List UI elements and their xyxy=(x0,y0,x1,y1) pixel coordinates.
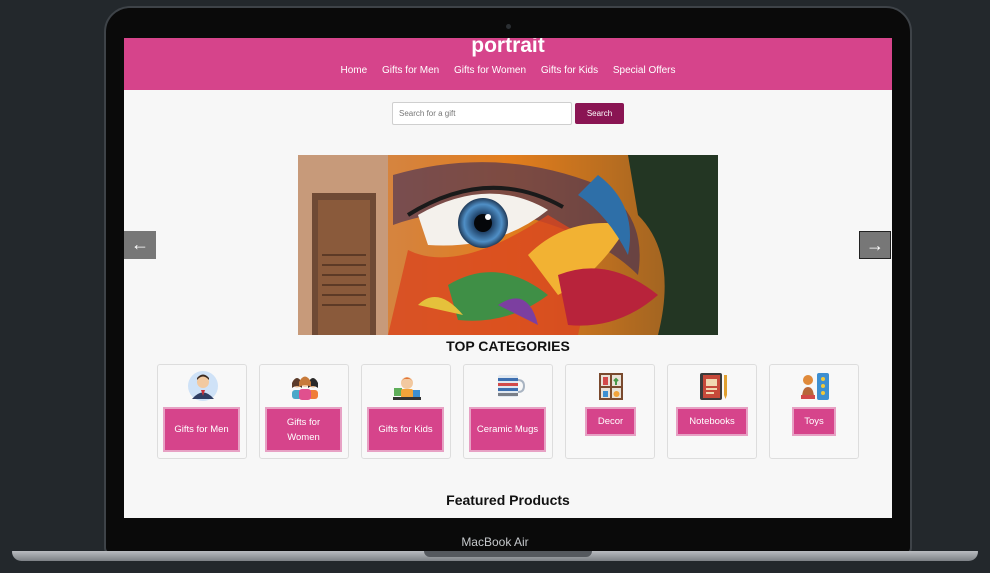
carousel-banner-image xyxy=(298,155,718,335)
nav-special-offers[interactable]: Special Offers xyxy=(613,65,676,76)
category-button-notebooks[interactable]: Notebooks xyxy=(676,407,748,436)
man-icon xyxy=(188,371,218,401)
kid-icon xyxy=(393,377,421,400)
carousel-prev-button[interactable]: ← xyxy=(124,231,156,259)
notebook-icon xyxy=(700,373,727,400)
category-card-toys[interactable]: Toys xyxy=(769,364,859,459)
camera-dot xyxy=(506,24,511,29)
category-button-decor[interactable]: Decor xyxy=(585,407,636,436)
category-button-kids[interactable]: Gifts for Kids xyxy=(367,407,444,452)
category-button-men[interactable]: Gifts for Men xyxy=(163,407,240,452)
mugs-icon xyxy=(498,375,525,397)
site-title[interactable]: portrait xyxy=(124,38,892,58)
screen: portrait Home Gifts for Men Gifts for Wo… xyxy=(124,38,892,518)
category-card-mugs[interactable]: Ceramic Mugs xyxy=(463,364,553,459)
laptop-notch xyxy=(424,551,592,557)
search-input[interactable]: Search for a gift xyxy=(392,102,572,125)
nav-gifts-for-kids[interactable]: Gifts for Kids xyxy=(541,65,598,76)
nav-gifts-for-women[interactable]: Gifts for Women xyxy=(454,65,526,76)
device-label: MacBook Air xyxy=(461,535,529,549)
site-header: portrait Home Gifts for Men Gifts for Wo… xyxy=(124,38,892,90)
category-card-decor[interactable]: Decor xyxy=(565,364,655,459)
toys-icon xyxy=(801,373,829,400)
category-card-women[interactable]: Gifts for Women xyxy=(259,364,349,459)
category-card-men[interactable]: Gifts for Men xyxy=(157,364,247,459)
carousel-next-button[interactable]: → xyxy=(859,231,891,259)
category-card-notebooks[interactable]: Notebooks xyxy=(667,364,757,459)
top-categories-title: TOP CATEGORIES xyxy=(446,338,570,354)
category-button-mugs[interactable]: Ceramic Mugs xyxy=(469,407,546,452)
featured-products-title: Featured Products xyxy=(446,492,570,508)
women-group-icon xyxy=(292,376,318,400)
category-card-kids[interactable]: Gifts for Kids xyxy=(361,364,451,459)
decor-shelf-icon xyxy=(599,373,623,400)
category-button-women[interactable]: Gifts for Women xyxy=(265,407,342,452)
search-button[interactable]: Search xyxy=(575,103,624,124)
nav-gifts-for-men[interactable]: Gifts for Men xyxy=(382,65,439,76)
nav-home[interactable]: Home xyxy=(341,65,368,76)
main-nav: Home Gifts for Men Gifts for Women Gifts… xyxy=(124,65,892,76)
category-button-toys[interactable]: Toys xyxy=(792,407,836,436)
